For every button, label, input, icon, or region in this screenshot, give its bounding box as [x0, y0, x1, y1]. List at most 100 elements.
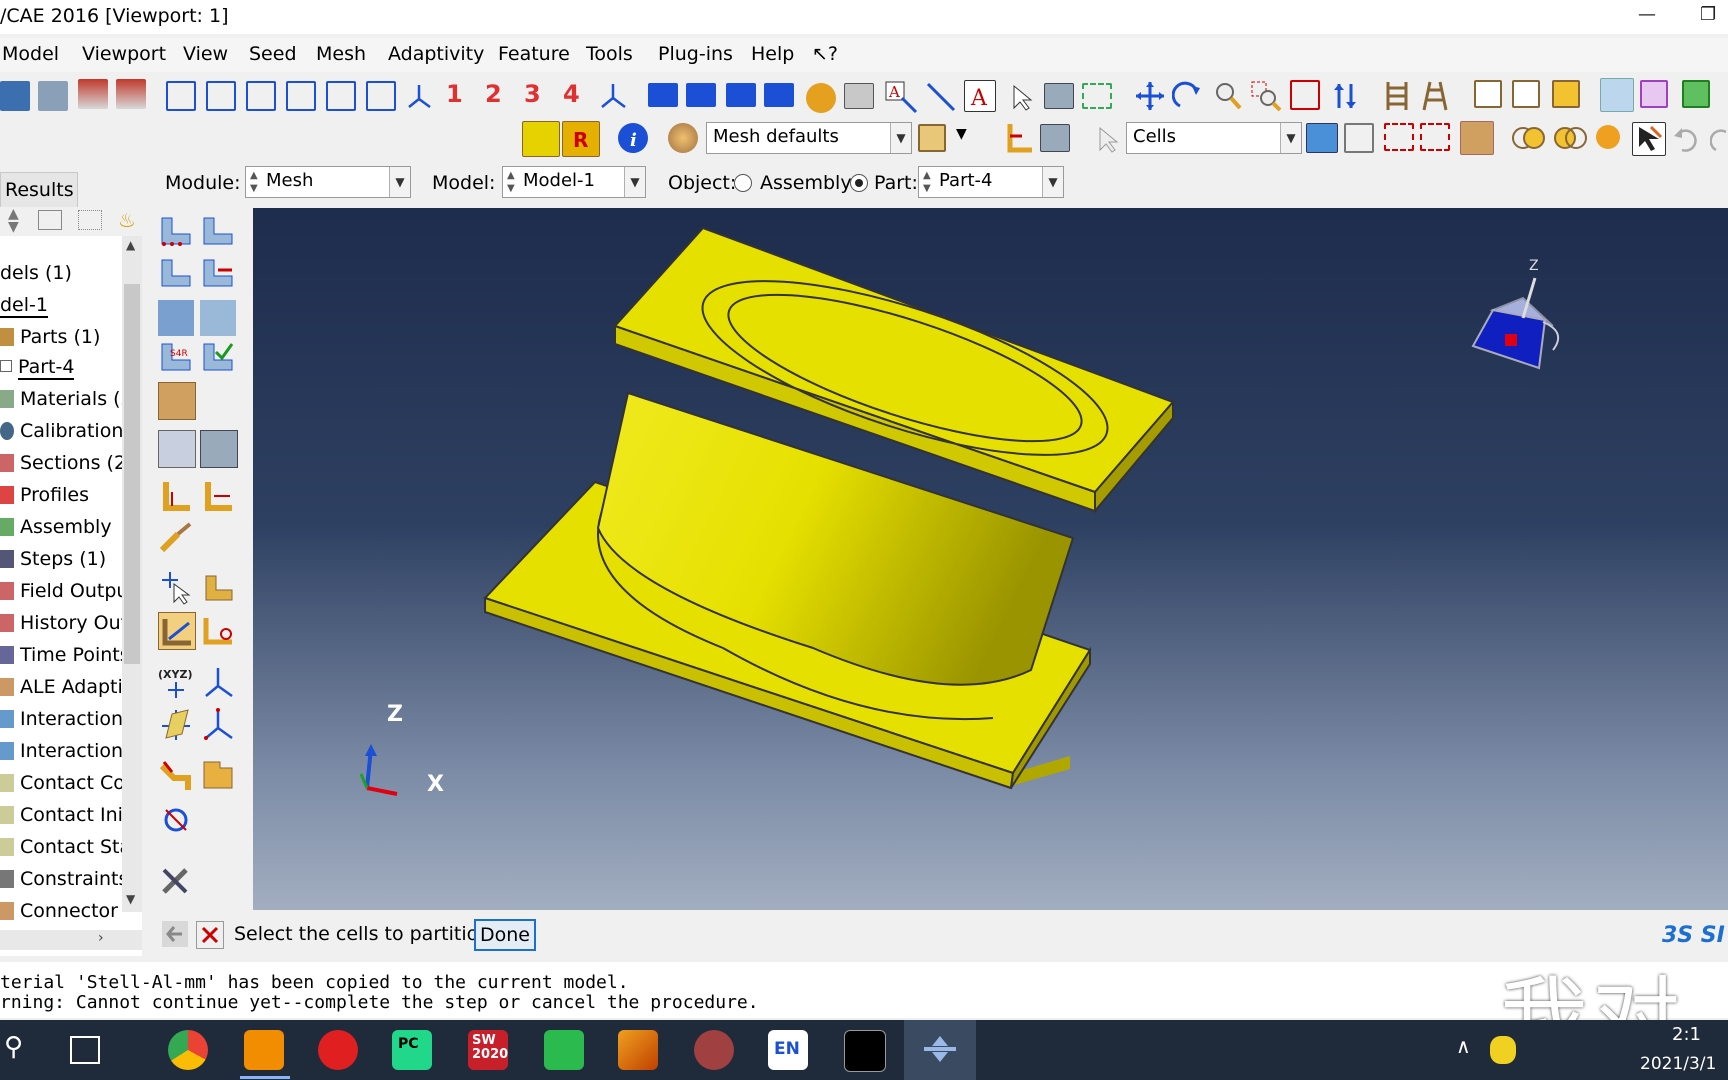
tree-profiles[interactable]: Profiles — [20, 484, 89, 506]
info-icon[interactable]: i — [618, 123, 648, 153]
part-radio[interactable] — [850, 174, 868, 192]
tree-connector-sections[interactable]: Connector — [20, 900, 118, 922]
dropdown-arrow-icon[interactable]: ▼ — [956, 126, 967, 142]
element-type-icon[interactable]: S4R — [158, 340, 194, 376]
pointer-select-icon[interactable] — [1094, 124, 1124, 154]
delete-seeds-icon[interactable] — [200, 214, 236, 250]
solidworks-icon[interactable]: SW 2020 — [468, 1030, 508, 1070]
tree-models[interactable]: dels (1) — [0, 262, 72, 284]
stack-1-icon[interactable] — [1382, 80, 1412, 110]
menu-plugins[interactable]: Plug-ins — [658, 43, 733, 65]
boolean-1-icon[interactable] — [1512, 123, 1545, 153]
palette-icon[interactable] — [668, 123, 698, 153]
mesh-defaults-select[interactable]: Mesh defaults ▼ — [706, 122, 912, 154]
view-axis-6-icon[interactable] — [366, 81, 396, 111]
text-annotation-icon[interactable]: A — [884, 80, 918, 114]
tree-time-points[interactable]: Time Points — [20, 644, 130, 666]
tree-interactions[interactable]: Interactions — [20, 708, 133, 730]
hidden-line-icon[interactable] — [1512, 80, 1540, 108]
datum-csys-icon[interactable] — [200, 664, 236, 700]
convert-tool-icon[interactable] — [158, 802, 194, 838]
partition-edge-icon[interactable] — [158, 478, 194, 514]
menu-seed[interactable]: Seed — [249, 43, 297, 65]
expand-icon[interactable] — [0, 360, 12, 372]
collapse-icon[interactable] — [38, 210, 62, 230]
mesh-controls-icon[interactable] — [158, 300, 194, 336]
done-button[interactable]: Done — [474, 919, 536, 951]
notes-icon[interactable] — [544, 1030, 584, 1070]
rotate-icon[interactable] — [1171, 80, 1202, 110]
wireframe-icon[interactable] — [1474, 80, 1502, 108]
list-icon[interactable] — [1082, 83, 1112, 109]
view-2-button[interactable]: 2 — [485, 80, 502, 108]
menu-view[interactable]: View — [183, 43, 228, 65]
auto-fit-icon[interactable] — [1290, 80, 1320, 110]
tree-steps[interactable]: Steps (1) — [20, 548, 106, 570]
view-4-button[interactable]: 4 — [563, 80, 580, 108]
drag-select-icon[interactable] — [1420, 123, 1450, 151]
sphere-icon[interactable] — [1596, 125, 1620, 149]
edit-mesh-icon[interactable] — [200, 570, 236, 606]
tree-contact-controls[interactable]: Contact Co — [20, 772, 125, 794]
search-icon[interactable]: ⚲ — [4, 1032, 23, 1062]
link-viewports-icon[interactable] — [806, 83, 836, 113]
view-axis-4-icon[interactable] — [286, 81, 316, 111]
virtual-topology-icon[interactable] — [158, 520, 194, 556]
origin-icon[interactable] — [694, 1030, 734, 1070]
scroll-up-icon[interactable]: ▲ — [126, 238, 135, 252]
print-icon[interactable] — [38, 81, 68, 111]
scrollbar-thumb[interactable] — [124, 284, 140, 664]
mesh-part-instance-icon[interactable] — [158, 430, 196, 468]
seed-part-icon[interactable] — [158, 214, 194, 250]
tree-contact-initializations[interactable]: Contact Init — [20, 804, 130, 826]
layout-4-icon[interactable] — [764, 83, 794, 107]
display-group-icon[interactable] — [1682, 80, 1710, 108]
geometry-edit-icon[interactable] — [200, 758, 236, 794]
layout-3-icon[interactable] — [726, 83, 756, 107]
boolean-2-icon[interactable] — [1554, 123, 1587, 153]
terminal-icon[interactable] — [844, 1030, 886, 1072]
view-axis-2-icon[interactable] — [206, 81, 236, 111]
box-zoom-icon[interactable] — [1250, 80, 1282, 112]
display-options-icon[interactable] — [918, 124, 946, 152]
create-datum-icon[interactable] — [200, 612, 236, 648]
tree-ale-adaptive[interactable]: ALE Adaptiv — [20, 676, 134, 698]
stack-2-icon[interactable] — [1420, 80, 1450, 111]
view-cube[interactable]: Z — [1453, 258, 1573, 388]
model-select[interactable]: ▲ ▼ Model-1 ▼ — [502, 166, 646, 198]
tree-history-output[interactable]: History Out — [20, 612, 128, 634]
mesh-region-icon[interactable] — [158, 382, 196, 420]
save-icon[interactable] — [0, 81, 30, 111]
zoom-icon[interactable] — [1212, 80, 1242, 110]
tools-wrench-icon[interactable] — [158, 862, 194, 898]
tree-sections[interactable]: Sections (2) — [20, 452, 133, 474]
tree-field-output[interactable]: Field Outpu — [20, 580, 128, 602]
export-icon[interactable] — [116, 79, 146, 109]
select-from-viewport-icon[interactable] — [1306, 123, 1338, 153]
partition-cell-icon[interactable] — [158, 612, 196, 650]
tree-contact-stabilizations[interactable]: Contact Sta — [20, 836, 131, 858]
results-tab[interactable]: Results — [0, 172, 78, 207]
delete-edge-seeds-icon[interactable] — [200, 256, 236, 292]
menu-model[interactable]: Model — [2, 43, 59, 65]
query-element-icon[interactable] — [158, 570, 194, 606]
assign-element-type-icon[interactable] — [200, 300, 236, 336]
layout-2-icon[interactable] — [686, 83, 716, 107]
cancel-x-icon[interactable] — [196, 921, 224, 949]
lightbulb-icon[interactable]: ♨ — [118, 208, 136, 232]
tree-vertical-scrollbar[interactable]: ▲ ▼ — [122, 236, 142, 912]
tree-constraints[interactable]: Constraints — [20, 868, 128, 890]
view-axis-3-icon[interactable] — [246, 81, 276, 111]
seed-edges-icon[interactable] — [158, 256, 194, 292]
viewport-annotations-icon[interactable] — [844, 83, 874, 109]
tree-parts[interactable]: Parts (1) — [20, 326, 100, 348]
updown-icon[interactable]: ▲ ▼ — [8, 207, 19, 234]
scroll-right-icon[interactable]: › — [98, 930, 104, 946]
iso-view-icon[interactable] — [404, 81, 434, 111]
tree-materials[interactable]: Materials (2 — [20, 388, 133, 410]
datum-plane-icon[interactable] — [158, 706, 194, 742]
menu-help[interactable]: Help — [751, 43, 794, 65]
tree-assembly[interactable]: Assembly — [20, 516, 112, 538]
qq-icon[interactable] — [1490, 1036, 1516, 1064]
menu-mesh[interactable]: Mesh — [316, 43, 366, 65]
